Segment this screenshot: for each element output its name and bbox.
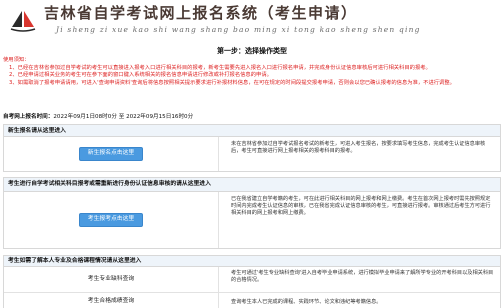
section-header: 考生进行自学考试相关科目报考或需重新进行身份认证信息审核的请从这里进入 (4, 178, 500, 192)
registration-time: 自考网上报名时间：2022年09月1日08时0分 至 2022年09月15日16… (3, 114, 193, 122)
new-student-register-button[interactable]: 新生报名点击这里 (78, 147, 144, 161)
notice-item-1: 1、已经在吉林省参加过自学考试的考生可以直接进入报考入口进行相关科目的报考，新考… (9, 64, 431, 71)
list-item: 考生专业缺科查询 考生可通过'考生专业缺科查询'进入自考毕业申请系统，进行模拟毕… (4, 267, 500, 293)
registration-time-value: 2022年09月1日08时0分 至 2022年09月15日16时0分 (53, 114, 194, 120)
row-description: 考生可通过'考生专业缺科查询'进入自考毕业申请系统，进行模拟毕业申请来了解所学专… (231, 270, 494, 284)
passed-scores-query-link[interactable]: 考生合格成绩查询 (4, 293, 219, 308)
section-header: 考生如需了解本人专业及合格课程情况请从这里进入 (4, 256, 500, 267)
app-title: 吉林省自学考试网上报名系统（考生申请） (44, 4, 358, 22)
section-description: 已在我省建立自学考籍的考生，可在此进行相关科目的网上报考和网上缴费。考生在首次网… (231, 196, 491, 217)
registration-time-label: 自考网上报名时间： (3, 114, 54, 120)
header-banner: 吉林省自学考试网上报名系统（考生申请） Ji sheng zi xue kao … (0, 0, 504, 44)
app-title-pinyin: Ji sheng zi xue kao shi wang shang bao m… (56, 25, 421, 34)
section-header: 新生报名请从这里进入 (4, 125, 500, 137)
query-section: 考生如需了解本人专业及合格课程情况请从这里进入 考生专业缺科查询 考生可通过'考… (3, 255, 501, 308)
new-student-section: 新生报名请从这里进入 新生报名点击这里 未在吉林省参加过自学考试报名考试的新考生… (3, 124, 501, 172)
list-item: 考生合格成绩查询 查询考生本人已完成的课程、实践环节、论文和违纪等考籍信息。 (4, 293, 500, 308)
section-description: 未在吉林省参加过自学考试报名考试的新考生，可进入考生报名，按要求填写考生信息，完… (231, 141, 486, 155)
usage-notice: 使用须知： 1、已经在吉林省参加过自学考试的考生可以直接进入报考入口进行相关科目… (3, 57, 501, 88)
notice-item-2: 2、已经申请过相关业务的考生可在参下面的窗口键入系统相关的报名信息申请进行修改或… (9, 72, 272, 79)
step-title: 第一步：选择操作类型 (217, 47, 287, 55)
missing-subjects-query-link[interactable]: 考生专业缺科查询 (4, 267, 219, 292)
notice-item-3: 3、如需取消了报考申请请用，可进入'查询申请资料'查询后将信息按照相关提示要求进… (9, 79, 455, 86)
row-description: 查询考生本人已完成的课程、实践环节、论文和违纪等考籍信息。 (231, 299, 382, 305)
student-exam-register-button[interactable]: 考生报考点击这里 (78, 213, 144, 227)
logo-icon (10, 11, 36, 32)
exam-registration-section: 考生进行自学考试相关科目报考或需重新进行身份认证信息审核的请从这里进入 考生报考… (3, 177, 501, 249)
notice-heading: 使用须知： (3, 57, 30, 63)
